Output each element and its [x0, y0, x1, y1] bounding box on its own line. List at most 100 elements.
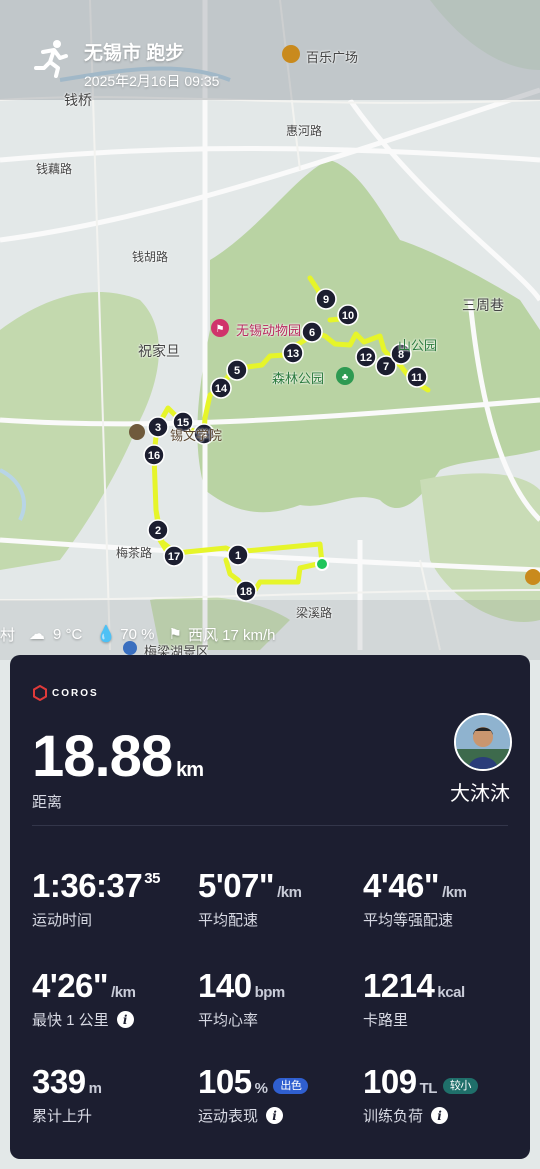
stat-calories: 1214 kcal 卡路里 [363, 967, 465, 1030]
stat-avg-heart-rate: 140 bpm 平均心率 [198, 967, 285, 1030]
humidity-drop-icon: 💧 [96, 626, 117, 643]
stat-label: 平均等强配速 [363, 912, 454, 929]
activity-datetime: 2025年2月16日 09:35 [84, 73, 220, 89]
map-label-xiaoxue: 锡文学院 [170, 428, 223, 443]
map-label-qianhu: 钱胡路 [132, 250, 169, 264]
map-label-liangxi: 梁溪路 [296, 606, 333, 620]
stat-avg-pace: 5'07"/km 平均配速 [198, 867, 302, 930]
route-waypoint-6[interactable]: 6 [301, 321, 323, 343]
map-label-zhujiadan: 祝家旦 [138, 343, 180, 359]
stat-label: 训练负荷 [363, 1108, 424, 1125]
svg-text:6: 6 [309, 327, 315, 339]
route-waypoint-13[interactable]: 13 [282, 342, 304, 364]
info-icon[interactable]: i [266, 1107, 284, 1124]
stat-moving-time: 1:36:37 35 运动时间 [32, 867, 160, 930]
svg-text:9: 9 [323, 294, 329, 306]
wind-flag-icon: ⚑ [168, 626, 182, 643]
map-label-qianqiao: 钱桥 [64, 92, 92, 108]
svg-text:18: 18 [240, 586, 252, 598]
stat-sup: 35 [144, 870, 160, 887]
stat-label: 平均心率 [198, 1012, 259, 1029]
map-label-baile: 百乐广场 [306, 50, 359, 65]
route-waypoint-14[interactable]: 14 [210, 377, 232, 399]
map-label-hill-park: 山公园 [398, 338, 438, 353]
route-waypoint-10[interactable]: 10 [337, 304, 359, 326]
map-label-cun: 村 [0, 626, 16, 644]
activity-header: 无锡市 跑步 2025年2月16日 09:35 [30, 38, 219, 91]
stat-value: 4'26" [32, 967, 109, 1004]
info-icon[interactable]: i [431, 1107, 449, 1124]
route-waypoint-1[interactable]: 1 [227, 544, 249, 566]
distance: 18.88 km [32, 723, 204, 790]
stat-label: 累计上升 [32, 1108, 93, 1125]
avatar[interactable] [454, 713, 512, 771]
coros-logo-icon [33, 685, 47, 701]
stat-value: 4'46" [363, 867, 440, 904]
stat-unit: /km [277, 884, 302, 901]
training-load-badge: 较小 [442, 1078, 478, 1094]
stat-value: 1214 [363, 967, 435, 1004]
stats-card: COROS 18.88 km 距离 大沐沐 1:36:37 35 运动时间 5'07… [10, 655, 530, 1159]
stat-label: 卡路里 [363, 1012, 409, 1029]
brand-name: COROS [52, 687, 99, 699]
route-waypoint-16[interactable]: 16 [143, 444, 165, 466]
map-label-sanzhouxiang: 三周巷 [462, 297, 504, 313]
svg-text:2: 2 [155, 525, 161, 537]
route-waypoint-11[interactable]: 11 [406, 366, 428, 388]
stat-unit: kcal [437, 984, 465, 1001]
stat-fastest-km: 4'26"/km 最快 1 公里 i [32, 967, 136, 1030]
svg-text:1: 1 [235, 550, 241, 562]
map-label-zoo: 无锡动物园 [236, 323, 302, 338]
distance-unit: km [176, 759, 204, 781]
stat-value: 105 [198, 1063, 252, 1100]
stat-label: 最快 1 公里 [32, 1012, 109, 1029]
divider [32, 825, 508, 826]
stat-value: 1:36:37 [32, 867, 143, 904]
stat-unit: % [254, 1080, 268, 1097]
weather-bar: 村 ☁ 9 °C 💧 70 % ⚑ 西风 17 km/h [0, 622, 283, 646]
stat-value: 5'07" [198, 867, 275, 904]
svg-text:7: 7 [383, 361, 389, 373]
svg-text:⚑: ⚑ [216, 324, 225, 335]
stat-unit: /km [111, 984, 136, 1001]
humidity: 70 % [120, 625, 155, 643]
route-waypoint-9[interactable]: 9 [315, 288, 337, 310]
stat-unit: TL [419, 1080, 438, 1097]
wind: 西风 17 km/h [187, 626, 276, 644]
activity-title: 无锡市 跑步 [84, 43, 185, 64]
stat-unit: m [88, 1080, 102, 1097]
distance-value: 18.88 [32, 724, 173, 789]
svg-text:12: 12 [360, 352, 372, 364]
svg-text:♣: ♣ [342, 372, 349, 383]
stat-unit: bpm [254, 984, 286, 1001]
map-label-qianqiao-road: 钱藕路 [36, 162, 73, 176]
route-waypoint-3[interactable]: 3 [147, 416, 169, 438]
svg-text:14: 14 [215, 383, 228, 395]
stat-unit: /km [442, 884, 467, 901]
stat-label: 运动表现 [198, 1108, 259, 1125]
stat-label: 运动时间 [32, 912, 93, 929]
stat-training-load: 109 TL 较小 训练负荷 i [363, 1063, 478, 1126]
info-icon[interactable]: i [116, 1011, 134, 1028]
svg-text:17: 17 [168, 551, 180, 563]
map-label-forest-park: 森林公园 [272, 371, 325, 386]
route-waypoint-5[interactable]: 5 [226, 359, 248, 381]
map-label-huihe: 惠河路 [286, 124, 323, 138]
stat-value: 140 [198, 967, 252, 1004]
svg-text:5: 5 [234, 365, 240, 377]
distance-label: 距离 [32, 794, 63, 811]
route-waypoint-18[interactable]: 18 [235, 580, 257, 602]
temperature: 9 °C [53, 625, 83, 643]
svg-text:16: 16 [148, 450, 160, 462]
stat-value: 339 [32, 1063, 86, 1100]
running-icon [34, 40, 68, 78]
route-waypoint-12[interactable]: 12 [355, 346, 377, 368]
route-waypoint-2[interactable]: 2 [147, 519, 169, 541]
stat-value: 109 [363, 1063, 417, 1100]
svg-text:11: 11 [411, 372, 423, 384]
cloud-icon: ☁ [29, 626, 46, 643]
map-label-meicha: 梅茶路 [116, 546, 153, 560]
stat-adjusted-pace: 4'46"/km 平均等强配速 [363, 867, 467, 930]
svg-text:10: 10 [342, 310, 354, 322]
route-waypoint-17[interactable]: 17 [163, 545, 185, 567]
